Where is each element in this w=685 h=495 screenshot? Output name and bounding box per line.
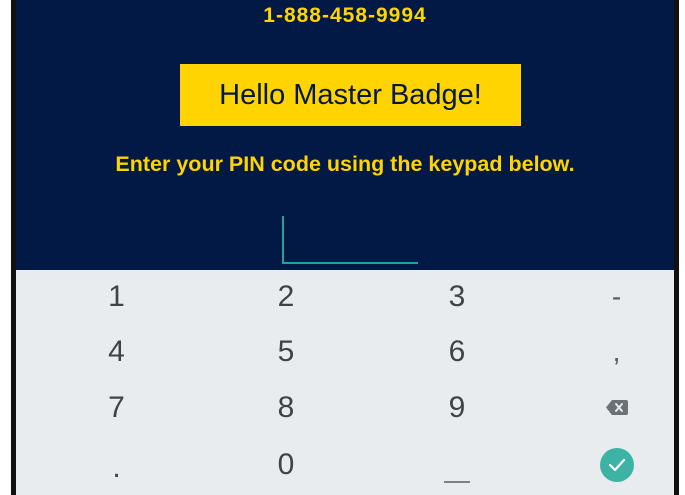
key-1[interactable]: 1 — [16, 270, 217, 324]
app-screen: 1-888-458-9994 Hello Master Badge! Enter… — [16, 0, 674, 495]
key-dash[interactable]: - — [559, 270, 674, 324]
pin-input[interactable] — [282, 216, 418, 264]
backspace-icon — [605, 400, 628, 415]
backspace-button[interactable] — [559, 380, 674, 435]
device-frame: 1-888-458-9994 Hello Master Badge! Enter… — [11, 0, 679, 495]
greeting-banner: Hello Master Badge! — [180, 64, 521, 126]
key-comma[interactable]: , — [559, 324, 674, 380]
key-period[interactable]: . — [16, 435, 217, 495]
key-4[interactable]: 4 — [16, 324, 217, 380]
pin-instructions: Enter your PIN code using the keypad bel… — [115, 152, 575, 176]
text-cursor — [282, 216, 284, 262]
checkmark-icon — [599, 448, 634, 482]
space-button[interactable] — [355, 435, 559, 495]
pin-input-underline — [282, 262, 418, 264]
header-panel: 1-888-458-9994 Hello Master Badge! Enter… — [16, 0, 674, 270]
space-icon — [444, 481, 470, 483]
key-6[interactable]: 6 — [355, 324, 559, 380]
support-phone-number: 1-888-458-9994 — [263, 4, 427, 27]
numeric-keypad: 1 2 3 - 4 5 6 , 7 8 9 . 0 — [16, 270, 674, 495]
key-3[interactable]: 3 — [355, 270, 559, 324]
greeting-text: Hello Master Badge! — [219, 78, 482, 111]
key-8[interactable]: 8 — [217, 380, 355, 435]
key-9[interactable]: 9 — [355, 380, 559, 435]
key-0[interactable]: 0 — [217, 435, 355, 495]
done-button[interactable] — [559, 435, 674, 495]
key-5[interactable]: 5 — [217, 324, 355, 380]
key-7[interactable]: 7 — [16, 380, 217, 435]
key-2[interactable]: 2 — [217, 270, 355, 324]
